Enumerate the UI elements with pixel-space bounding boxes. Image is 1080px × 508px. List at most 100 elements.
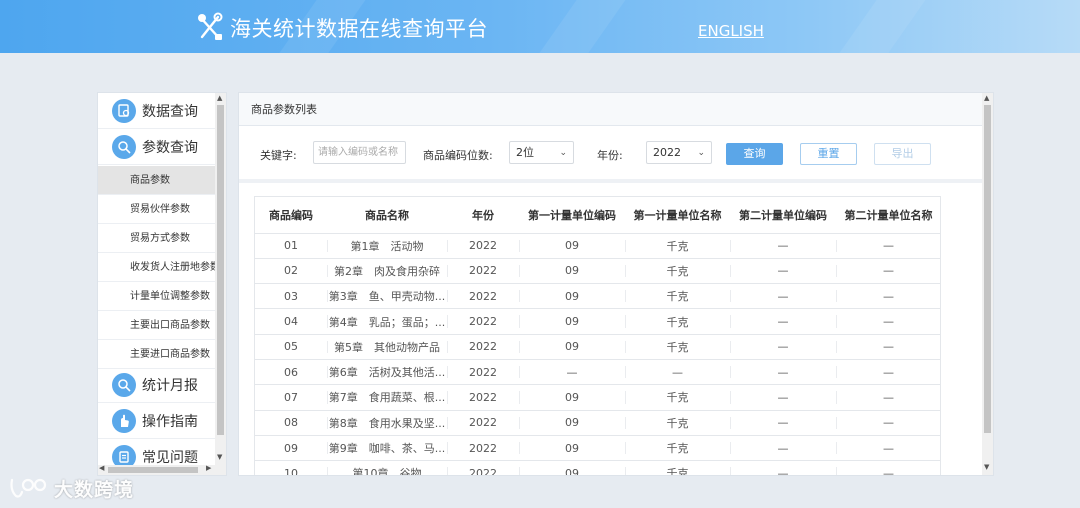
sidebar-item-label: 数据查询 xyxy=(142,103,198,120)
table-row[interactable]: 02 第2章 肉及食用杂碎 2022 09 千克 — — xyxy=(255,258,941,285)
sidebar-item-label: 操作指南 xyxy=(142,413,198,430)
table-header-row: 商品编码 商品名称 年份 第一计量单位编码 第一计量单位名称 第二计量单位编码 … xyxy=(255,197,941,234)
scroll-up-arrow-icon[interactable]: ▲ xyxy=(217,94,222,102)
cell-text: 07 xyxy=(284,390,298,404)
column-separator xyxy=(447,264,448,278)
column-header[interactable]: 第一计量单位编码 xyxy=(519,197,625,234)
cell-text: — xyxy=(777,289,789,303)
table-cell: 09 xyxy=(519,410,625,436)
cell-text: 千克 xyxy=(666,416,689,430)
scrollbar-thumb[interactable] xyxy=(108,467,198,473)
sidebar-nav: 数据查询 参数查询 商品参数 贸易伙伴参数 贸易方式参数 收发货人注册地参数 计… xyxy=(97,92,227,476)
cell-text: 09 xyxy=(565,264,579,278)
table-cell: 2022 xyxy=(447,460,519,475)
sidebar-subitem-trade-mode-params[interactable]: 贸易方式参数 xyxy=(98,224,216,253)
column-separator xyxy=(327,264,328,278)
table-row[interactable]: 05 第5章 其他动物产品 2022 09 千克 — — xyxy=(255,334,941,360)
sidebar-subitem-consignee-region-params[interactable]: 收发货人注册地参数 xyxy=(98,253,216,282)
table-cell: 01 xyxy=(255,233,327,259)
column-header[interactable]: 第二计量单位名称 xyxy=(836,197,941,234)
code-digits-select[interactable]: 2位 ⌄ xyxy=(509,141,574,164)
column-separator xyxy=(836,290,837,303)
cell-text: — xyxy=(672,365,683,379)
column-header[interactable]: 第一计量单位名称 xyxy=(625,197,730,234)
scrollbar-thumb[interactable] xyxy=(217,105,224,435)
export-button[interactable]: 导出 xyxy=(874,143,931,165)
column-separator xyxy=(625,290,626,303)
watermark: 大数跨境 xyxy=(8,474,134,502)
cell-text: 千克 xyxy=(666,239,689,253)
table-row[interactable]: 06 第6章 活树及其他活... 2022 — — — — xyxy=(255,359,941,386)
cell-text: 09 xyxy=(565,289,579,303)
query-button[interactable]: 查询 xyxy=(726,143,783,165)
scroll-down-arrow-icon[interactable]: ▼ xyxy=(217,453,222,461)
table-cell: 09 xyxy=(519,283,625,310)
table-row[interactable]: 10 第10章 谷物 2022 09 千克 — — xyxy=(255,460,941,476)
table-cell: 第9章 咖啡、茶、马... xyxy=(327,435,447,462)
scrollbar-thumb[interactable] xyxy=(984,105,991,433)
column-separator xyxy=(836,239,837,252)
table-cell: 09 xyxy=(519,308,625,335)
table-row[interactable]: 04 第4章 乳品；蛋品；... 2022 09 千克 — — xyxy=(255,308,941,335)
scroll-right-arrow-icon[interactable]: ▶ xyxy=(206,464,211,472)
cell-text: 第3章 鱼、甲壳动物... xyxy=(328,290,446,304)
cell-text: — xyxy=(883,264,894,278)
column-header[interactable]: 第二计量单位编码 xyxy=(730,197,836,234)
scroll-up-arrow-icon[interactable]: ▲ xyxy=(984,94,989,102)
year-select[interactable]: 2022 ⌄ xyxy=(646,141,712,164)
table-row[interactable]: 01 第1章 活动物 2022 09 千克 — — xyxy=(255,233,941,259)
column-header[interactable]: 商品编码 xyxy=(255,197,327,234)
scroll-left-arrow-icon[interactable]: ◀ xyxy=(99,464,104,472)
cell-text: 第10章 谷物 xyxy=(352,467,422,476)
param-query-icon xyxy=(112,134,136,159)
cell-text: 09 xyxy=(565,239,579,253)
reset-button[interactable]: 重置 xyxy=(800,143,857,165)
cell-text: — xyxy=(883,340,894,354)
cell-text: 09 xyxy=(565,416,579,430)
table-cell: 2022 xyxy=(447,359,519,386)
commodity-params-panel: 商品参数列表 关键字: 请输入编码或名称 商品编码位数: 2位 ⌄ 年份: 20… xyxy=(238,92,994,476)
column-separator xyxy=(519,391,520,404)
table-row[interactable]: 07 第7章 食用蔬菜、根... 2022 09 千克 — — xyxy=(255,384,941,411)
cell-text: 09 xyxy=(565,340,579,354)
scroll-down-arrow-icon[interactable]: ▼ xyxy=(984,463,989,471)
table-cell: — xyxy=(730,410,836,436)
table-cell: 03 xyxy=(255,283,327,310)
sidebar-item-monthly-report[interactable]: 统计月报 xyxy=(98,367,216,403)
column-separator xyxy=(327,340,328,353)
table-cell: 第5章 其他动物产品 xyxy=(327,334,447,360)
cell-text: — xyxy=(883,466,894,476)
sidebar-item-data-query[interactable]: 数据查询 xyxy=(98,93,216,129)
column-header[interactable]: 年份 xyxy=(447,197,519,234)
table-cell: 2022 xyxy=(447,334,519,360)
sidebar-subitem-unit-adjust-params[interactable]: 计量单位调整参数 xyxy=(98,282,216,311)
english-link[interactable]: ENGLISH xyxy=(698,22,764,40)
cell-text: 09 xyxy=(565,315,579,329)
table-cell: 第10章 谷物 xyxy=(327,460,447,476)
column-separator xyxy=(519,467,520,475)
sidebar-subitem-main-export-params[interactable]: 主要出口商品参数 xyxy=(98,311,216,340)
column-separator xyxy=(625,264,626,278)
sidebar-vertical-scrollbar[interactable]: ▲ ▼ xyxy=(215,93,226,475)
cell-text: — xyxy=(777,365,789,379)
sidebar-subitem-commodity-params[interactable]: 商品参数 xyxy=(98,166,216,195)
watermark-text: 大数跨境 xyxy=(54,478,135,501)
sidebar-subitem-main-import-params[interactable]: 主要进口商品参数 xyxy=(98,340,216,369)
cell-text: 第8章 食用水果及坚... xyxy=(328,416,446,430)
sidebar-item-param-query[interactable]: 参数查询 xyxy=(98,129,216,165)
cell-text: — xyxy=(883,390,894,404)
table-row[interactable]: 08 第8章 食用水果及坚... 2022 09 千克 — — xyxy=(255,410,941,436)
sidebar-item-guide[interactable]: 操作指南 xyxy=(98,403,216,439)
sidebar-subitem-partner-params[interactable]: 贸易伙伴参数 xyxy=(98,195,216,224)
table-row[interactable]: 03 第3章 鱼、甲壳动物... 2022 09 千克 — — xyxy=(255,283,941,310)
column-separator xyxy=(519,264,520,278)
cell-text: — xyxy=(883,315,894,329)
table-cell: 2022 xyxy=(447,283,519,310)
panel-vertical-scrollbar[interactable]: ▲ ▼ xyxy=(982,93,993,475)
table-row[interactable]: 09 第9章 咖啡、茶、马... 2022 09 千克 — — xyxy=(255,435,941,462)
cell-text: — xyxy=(566,365,578,379)
column-header[interactable]: 商品名称 xyxy=(327,197,447,234)
keyword-input[interactable]: 请输入编码或名称 xyxy=(313,141,406,164)
table-cell: 千克 xyxy=(625,283,730,310)
sidebar-item-label: 统计月报 xyxy=(142,377,198,394)
